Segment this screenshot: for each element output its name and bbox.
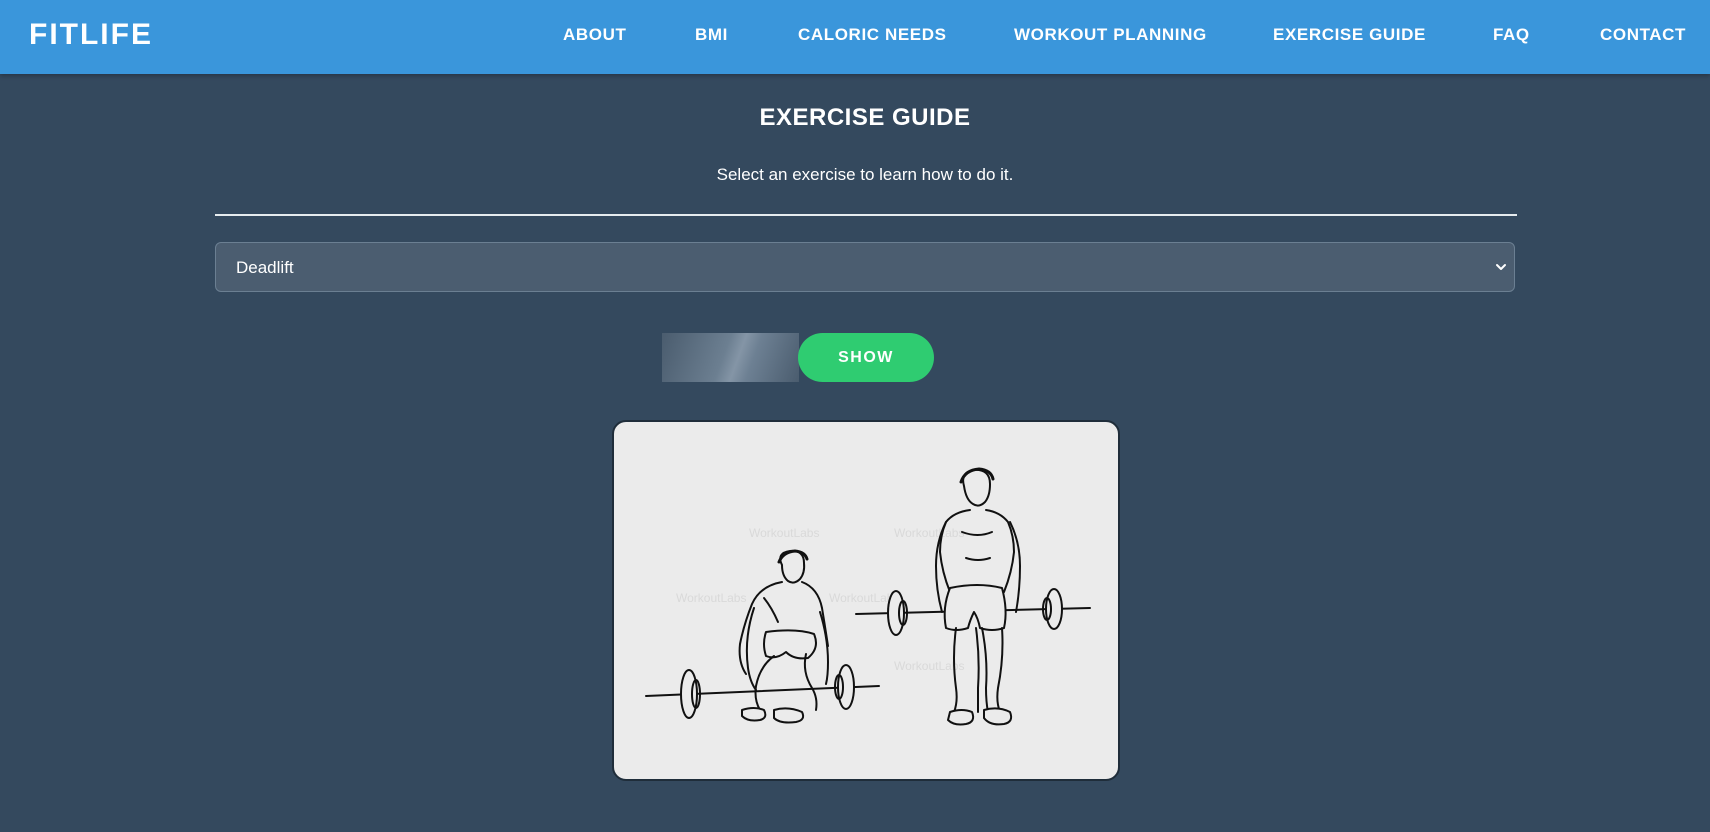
watermark-text: WorkoutLabs [749,526,819,540]
top-nav-bar: FITLIFE ABOUT BMI CALORIC NEEDS WORKOUT … [0,0,1710,74]
nav-workout-planning[interactable]: WORKOUT PLANNING [1014,25,1207,45]
nav-exercise-guide[interactable]: EXERCISE GUIDE [1273,25,1426,45]
nav-contact[interactable]: CONTACT [1600,25,1686,45]
deadlift-illustration: WorkoutLabs WorkoutLabs WorkoutLabs Work… [645,467,1091,726]
exercise-select-value: Deadlift [236,258,294,277]
nav-bmi[interactable]: BMI [695,25,728,45]
nav-about[interactable]: ABOUT [563,25,626,45]
logo[interactable]: FITLIFE [29,18,153,52]
watermark-text: WorkoutLabs [894,526,964,540]
page-subtitle: Select an exercise to learn how to do it… [716,165,1014,184]
watermark-text: WorkoutLabs [676,591,746,605]
divider [215,214,1517,216]
exercise-image-card: WorkoutLabs WorkoutLabs WorkoutLabs Work… [612,420,1120,781]
page-title: EXERCISE GUIDE [759,104,971,131]
nav-caloric-needs[interactable]: CALORIC NEEDS [798,25,947,45]
chevron-down-icon [1496,264,1506,270]
exercise-select[interactable]: Deadlift [215,242,1515,292]
nav-faq[interactable]: FAQ [1493,25,1530,45]
loading-placeholder [662,333,799,382]
show-button[interactable]: SHOW [798,333,934,382]
